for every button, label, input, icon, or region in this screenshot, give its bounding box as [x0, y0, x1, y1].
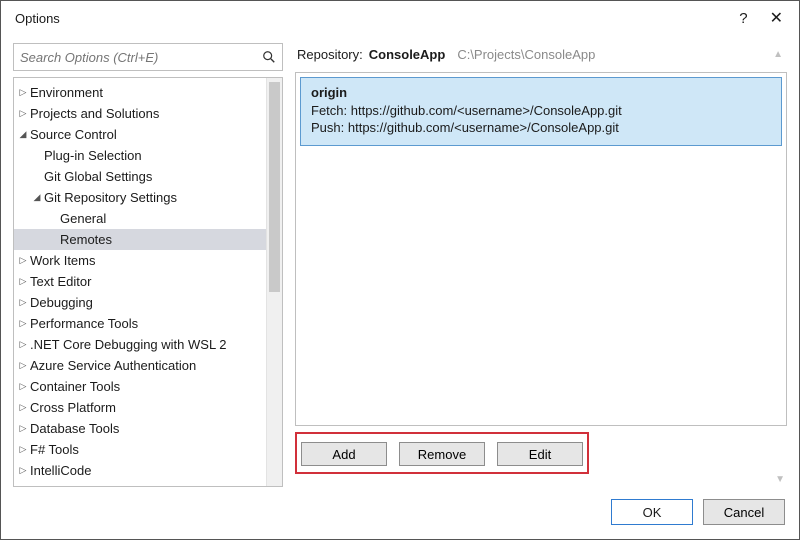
tree-item[interactable]: ▷F# Tools: [14, 439, 266, 460]
tree-item[interactable]: ▷Debugging: [14, 292, 266, 313]
expander-none: ▷: [48, 234, 58, 245]
remote-item-origin[interactable]: origin Fetch: https://github.com/<userna…: [300, 77, 782, 146]
tree-item-label: Work Items: [30, 253, 96, 268]
cancel-button[interactable]: Cancel: [703, 499, 785, 525]
right-panel: Repository: ConsoleApp C:\Projects\Conso…: [295, 43, 787, 487]
remote-fetch-url: https://github.com/<username>/ConsoleApp…: [351, 103, 622, 118]
remote-fetch-row: Fetch: https://github.com/<username>/Con…: [311, 102, 771, 120]
tree-item-label: Debugging: [30, 295, 93, 310]
expander-closed-icon[interactable]: ▷: [18, 276, 28, 287]
repository-label: Repository:: [297, 47, 363, 62]
scrollbar-thumb[interactable]: [269, 82, 280, 292]
expander-closed-icon[interactable]: ▷: [18, 402, 28, 413]
add-button[interactable]: Add: [301, 442, 387, 466]
window-title: Options: [15, 11, 60, 26]
expander-closed-icon[interactable]: ▷: [18, 423, 28, 434]
tree-item-label: Git Global Settings: [44, 169, 152, 184]
tree-item-label: Git Repository Settings: [44, 190, 177, 205]
remotes-list[interactable]: origin Fetch: https://github.com/<userna…: [295, 72, 787, 426]
scroll-down-icon[interactable]: ▼: [775, 474, 787, 487]
ok-button[interactable]: OK: [611, 499, 693, 525]
tree-item-label: Cross Platform: [30, 400, 116, 415]
expander-none: ▷: [32, 171, 42, 182]
expander-closed-icon[interactable]: ▷: [18, 297, 28, 308]
tree-item[interactable]: ◢Git Repository Settings: [14, 187, 266, 208]
repository-name: ConsoleApp: [369, 47, 446, 62]
remote-name: origin: [311, 84, 771, 102]
search-box[interactable]: [13, 43, 283, 71]
help-icon[interactable]: ?: [739, 10, 747, 27]
expander-none: ▷: [32, 150, 42, 161]
expander-closed-icon[interactable]: ▷: [18, 255, 28, 266]
tree-item[interactable]: ▷Database Tools: [14, 418, 266, 439]
tree-scrollbar[interactable]: [266, 78, 282, 486]
tree-item-label: IntelliCode: [30, 463, 91, 478]
expander-closed-icon[interactable]: ▷: [18, 444, 28, 455]
remove-button[interactable]: Remove: [399, 442, 485, 466]
tree-item[interactable]: ▷Performance Tools: [14, 313, 266, 334]
tree-item[interactable]: ▷Container Tools: [14, 376, 266, 397]
expander-closed-icon[interactable]: ▷: [18, 108, 28, 119]
tree-item[interactable]: ▷Cross Platform: [14, 397, 266, 418]
remote-push-label: Push:: [311, 120, 344, 135]
dialog-footer: OK Cancel: [1, 487, 799, 539]
tree-item[interactable]: ▷Git Global Settings: [14, 166, 266, 187]
left-panel: ▷Environment▷Projects and Solutions◢Sour…: [13, 43, 283, 487]
tree-item-label: Azure Service Authentication: [30, 358, 196, 373]
tree-item-label: Source Control: [30, 127, 117, 142]
expander-closed-icon[interactable]: ▷: [18, 381, 28, 392]
tree-item-label: Text Editor: [30, 274, 91, 289]
tree-item-label: Environment: [30, 85, 103, 100]
expander-none: ▷: [48, 213, 58, 224]
expander-closed-icon[interactable]: ▷: [18, 318, 28, 329]
content-area: ▷Environment▷Projects and Solutions◢Sour…: [1, 35, 799, 487]
tree-item[interactable]: ▷Projects and Solutions: [14, 103, 266, 124]
remote-push-url: https://github.com/<username>/ConsoleApp…: [348, 120, 619, 135]
tree-item-label: Projects and Solutions: [30, 106, 159, 121]
expander-open-icon[interactable]: ◢: [32, 192, 42, 203]
edit-button[interactable]: Edit: [497, 442, 583, 466]
close-icon[interactable]: ✕: [766, 8, 787, 28]
tree-item[interactable]: ▷Plug-in Selection: [14, 145, 266, 166]
tree-item[interactable]: ▷IntelliCode: [14, 460, 266, 481]
tree-item-label: Performance Tools: [30, 316, 138, 331]
tree-item[interactable]: ▷Azure Service Authentication: [14, 355, 266, 376]
options-tree: ▷Environment▷Projects and Solutions◢Sour…: [13, 77, 283, 487]
expander-open-icon[interactable]: ◢: [18, 129, 28, 140]
expander-closed-icon[interactable]: ▷: [18, 465, 28, 476]
search-input[interactable]: [14, 44, 254, 70]
tree-item[interactable]: ▷Work Items: [14, 250, 266, 271]
search-icon[interactable]: [260, 48, 278, 66]
scroll-up-icon[interactable]: ▲: [773, 49, 785, 60]
remote-fetch-label: Fetch:: [311, 103, 347, 118]
repository-header: Repository: ConsoleApp C:\Projects\Conso…: [295, 43, 787, 72]
tree-item-label: F# Tools: [30, 442, 79, 457]
tree-item[interactable]: ▷Text Editor: [14, 271, 266, 292]
tree-item[interactable]: ▷Environment: [14, 82, 266, 103]
tree-item-label: Remotes: [60, 232, 112, 247]
repository-path: C:\Projects\ConsoleApp: [457, 47, 595, 62]
tree-item[interactable]: ▷Remotes: [14, 229, 266, 250]
remote-push-row: Push: https://github.com/<username>/Cons…: [311, 119, 771, 137]
tree-item[interactable]: ◢Source Control: [14, 124, 266, 145]
tree-item-label: Container Tools: [30, 379, 120, 394]
title-bar: Options ? ✕: [1, 1, 799, 35]
expander-closed-icon[interactable]: ▷: [18, 339, 28, 350]
expander-closed-icon[interactable]: ▷: [18, 360, 28, 371]
tree-item-label: General: [60, 211, 106, 226]
remote-buttons-row: Add Remove Edit: [295, 432, 589, 474]
tree-item[interactable]: ▷General: [14, 208, 266, 229]
tree-viewport[interactable]: ▷Environment▷Projects and Solutions◢Sour…: [14, 78, 266, 486]
tree-item-label: .NET Core Debugging with WSL 2: [30, 337, 227, 352]
expander-closed-icon[interactable]: ▷: [18, 87, 28, 98]
tree-item-label: Database Tools: [30, 421, 119, 436]
tree-item[interactable]: ▷.NET Core Debugging with WSL 2: [14, 334, 266, 355]
tree-item-label: Plug-in Selection: [44, 148, 142, 163]
